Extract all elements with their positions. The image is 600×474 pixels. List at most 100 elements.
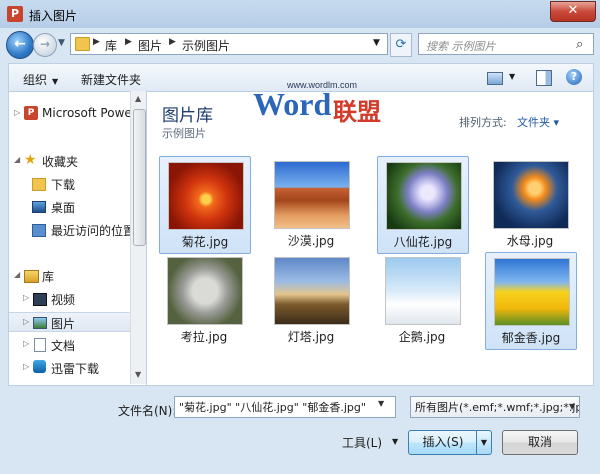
- thunder-download-icon: [33, 360, 46, 373]
- organize-label: 组织: [23, 73, 48, 87]
- sidebar-item-label: 视频: [51, 293, 76, 307]
- breadcrumb-library[interactable]: 库: [105, 37, 117, 54]
- file-name: 灯塔.jpg: [287, 330, 335, 344]
- new-folder-button[interactable]: 新建文件夹: [81, 71, 141, 88]
- sidebar-item-powerpoint[interactable]: ▷ P Microsoft Powerl: [9, 104, 140, 124]
- sidebar-item-label: 收藏夹: [42, 155, 79, 169]
- video-icon: [33, 293, 47, 306]
- window-title: 插入图片: [29, 9, 78, 23]
- thumbnail-image: [494, 258, 570, 326]
- arrange-by-label: 排列方式:: [459, 116, 507, 129]
- help-icon[interactable]: ?: [566, 69, 582, 85]
- watermark-cn: 联盟: [333, 98, 381, 126]
- tools-button[interactable]: 工具(L): [342, 434, 382, 451]
- cancel-button[interactable]: 取消: [502, 430, 578, 455]
- insert-options-dropdown-icon[interactable]: ▼: [476, 430, 492, 455]
- watermark-word: Word: [253, 86, 332, 122]
- breadcrumb-pictures[interactable]: 图片: [138, 37, 162, 54]
- address-dropdown-icon[interactable]: ▼: [373, 38, 380, 48]
- file-name: 企鹅.jpg: [398, 330, 446, 344]
- sidebar-item-label: Microsoft Powerl: [42, 106, 141, 120]
- scroll-up-icon[interactable]: ▲: [135, 94, 141, 103]
- powerpoint-icon: P: [24, 106, 38, 120]
- collapse-arrow-icon[interactable]: ◢: [14, 270, 20, 279]
- preview-pane-icon[interactable]: [536, 70, 552, 86]
- file-item-desert[interactable]: 沙漠.jpg: [266, 156, 356, 252]
- expand-arrow-icon[interactable]: ▷: [14, 108, 20, 117]
- back-button[interactable]: ←: [6, 31, 34, 59]
- sidebar-item-label: 文档: [51, 339, 76, 353]
- filename-history-dropdown-icon[interactable]: ▼: [378, 399, 384, 408]
- file-name: 八仙花.jpg: [393, 235, 453, 249]
- breadcrumb-separator-icon[interactable]: ▶: [125, 37, 132, 47]
- breadcrumb-separator-icon[interactable]: ▶: [169, 37, 176, 47]
- navigation-pane: ▷ P Microsoft Powerl ◢ ★ 收藏夹 下载 桌面 最近访问的…: [8, 91, 147, 386]
- sidebar-item-label: 库: [42, 270, 55, 284]
- forward-button[interactable]: →: [33, 33, 57, 57]
- file-list-pane: 图片库 示例图片 排列方式: 文件夹 ▾ 菊花.jpg 沙漠.jpg 八仙花.j…: [146, 91, 594, 386]
- arrange-by-dropdown[interactable]: 文件夹 ▾: [517, 114, 559, 130]
- sidebar-item-recent-places[interactable]: 最近访问的位置: [9, 220, 135, 240]
- insert-button[interactable]: 插入(S): [408, 430, 478, 455]
- file-item-chrysanthemum[interactable]: 菊花.jpg: [159, 156, 251, 254]
- search-box[interactable]: 搜索 示例图片 ⌕: [418, 33, 594, 55]
- file-item-hydrangea[interactable]: 八仙花.jpg: [377, 156, 469, 254]
- file-item-jellyfish[interactable]: 水母.jpg: [485, 156, 575, 252]
- sidebar-item-videos[interactable]: ▷ 视频: [9, 289, 131, 309]
- file-name: 水母.jpg: [506, 234, 554, 248]
- thumbnail-image: [386, 162, 462, 230]
- sidebar-item-pictures[interactable]: ▷ 图片: [9, 312, 131, 332]
- file-name: 考拉.jpg: [180, 330, 228, 344]
- sidebar-item-documents[interactable]: ▷ 文档: [9, 335, 131, 355]
- sidebar-item-label: 图片: [51, 317, 76, 331]
- sidebar-item-label: 最近访问的位置: [51, 224, 136, 238]
- sidebar-item-desktop[interactable]: 桌面: [9, 197, 131, 217]
- library-title: 图片库: [162, 106, 213, 126]
- chevron-down-icon[interactable]: ▼: [392, 437, 398, 446]
- file-name: 沙漠.jpg: [287, 234, 335, 248]
- close-button[interactable]: ✕: [550, 1, 596, 22]
- search-input[interactable]: 搜索 示例图片: [426, 38, 496, 54]
- file-type-select[interactable]: 所有图片(*.emf;*.wmf;*.jpg;*.jp: [410, 396, 580, 418]
- file-item-koala[interactable]: 考拉.jpg: [159, 252, 249, 348]
- chevron-down-icon[interactable]: ▼: [569, 402, 575, 411]
- expand-arrow-icon[interactable]: ▷: [23, 317, 29, 326]
- search-icon[interactable]: ⌕: [576, 37, 583, 52]
- expand-arrow-icon[interactable]: ▷: [23, 339, 29, 348]
- collapse-arrow-icon[interactable]: ◢: [14, 155, 20, 164]
- thumbnail-image: [493, 161, 569, 229]
- file-item-lighthouse[interactable]: 灯塔.jpg: [266, 252, 356, 348]
- thumbnail-image: [274, 161, 350, 229]
- insert-picture-dialog: P 插入图片 ✕ ← → ▼ ▶ 库 ▶ 图片 ▶ 示例图片 ▼ ⟳ 搜索 示例…: [0, 0, 600, 474]
- file-name: 菊花.jpg: [181, 235, 229, 249]
- scrollbar-thumb[interactable]: [133, 109, 146, 246]
- library-subtitle: 示例图片: [162, 127, 206, 140]
- filename-input[interactable]: "菊花.jpg" "八仙花.jpg" "郁金香.jpg": [174, 396, 396, 418]
- filename-label: 文件名(N):: [118, 404, 177, 418]
- change-view-icon[interactable]: [487, 72, 503, 85]
- sidebar-item-thunder-downloads[interactable]: ▷ 迅雷下载: [9, 358, 131, 378]
- sidebar-scrollbar[interactable]: ▲ ▼: [130, 91, 147, 384]
- sidebar-item-label: 下载: [51, 178, 76, 192]
- thumbnail-image: [274, 257, 350, 325]
- thumbnail-image: [168, 162, 244, 230]
- scroll-down-icon[interactable]: ▼: [135, 370, 141, 379]
- expand-arrow-icon[interactable]: ▷: [23, 293, 29, 302]
- desktop-icon: [32, 201, 46, 213]
- organize-button[interactable]: 组织 ▼: [23, 71, 58, 88]
- sidebar-item-downloads[interactable]: 下载: [9, 174, 131, 194]
- file-item-penguins[interactable]: 企鹅.jpg: [377, 252, 467, 348]
- breadcrumb-separator-icon[interactable]: ▶: [93, 37, 100, 47]
- sidebar-item-libraries[interactable]: ◢ 库: [9, 266, 131, 286]
- sidebar-item-favorites[interactable]: ◢ ★ 收藏夹: [9, 151, 131, 171]
- breadcrumb-sample-pictures[interactable]: 示例图片: [182, 37, 230, 54]
- recent-pages-dropdown[interactable]: ▼: [58, 38, 65, 48]
- view-options-dropdown-icon[interactable]: ▼: [509, 72, 515, 81]
- file-item-tulips[interactable]: 郁金香.jpg: [485, 252, 577, 350]
- download-folder-icon: [32, 178, 46, 191]
- expand-arrow-icon[interactable]: ▷: [23, 362, 29, 371]
- thumbnail-image: [167, 257, 243, 325]
- address-bar[interactable]: ▶ 库 ▶ 图片 ▶ 示例图片 ▼: [70, 33, 388, 55]
- sidebar-item-label: 桌面: [51, 201, 76, 215]
- refresh-button[interactable]: ⟳: [390, 33, 412, 57]
